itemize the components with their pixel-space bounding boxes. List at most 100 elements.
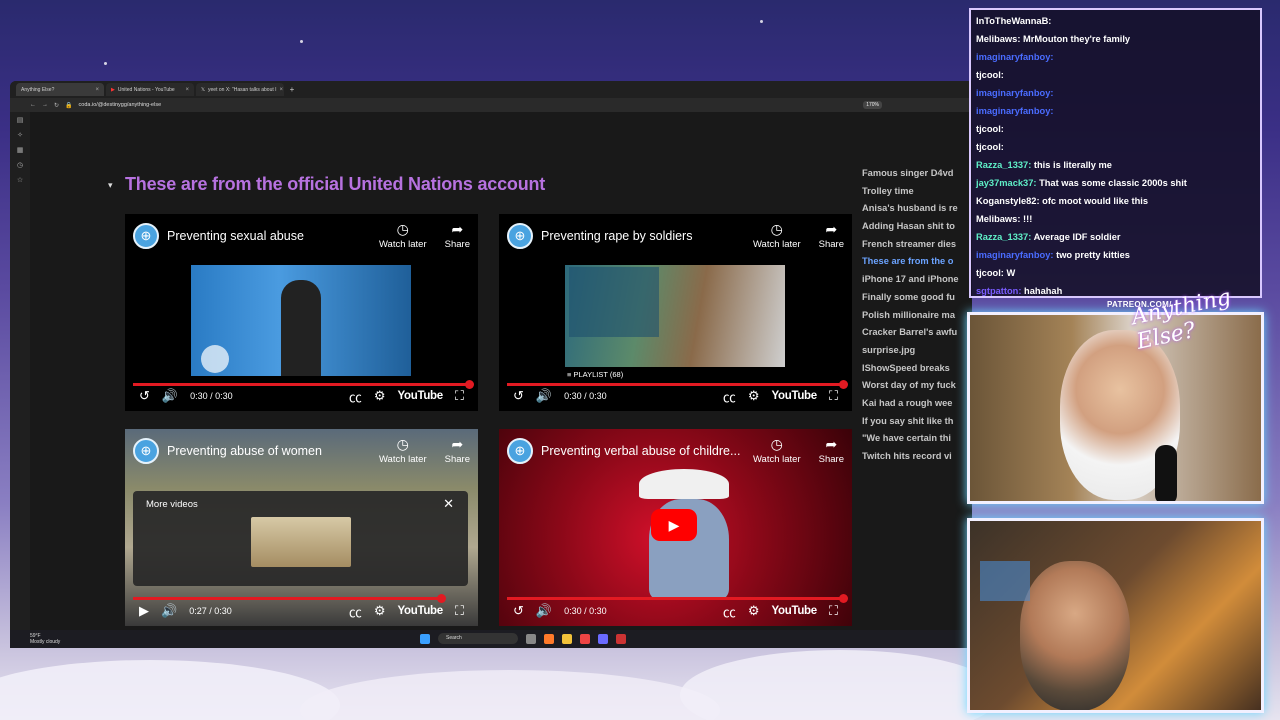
suggested-video-thumbnail[interactable] (251, 517, 351, 567)
settings-icon[interactable]: ⚙ (748, 603, 760, 619)
chat-username[interactable]: tjcool: (976, 268, 1004, 278)
app-icon[interactable] (616, 633, 626, 644)
chat-username[interactable]: tjcool: (976, 124, 1004, 134)
captions-icon[interactable]: ㏄ (349, 387, 362, 406)
chat-username[interactable]: Razza_1337: (976, 160, 1031, 170)
chat-username[interactable]: Razza_1337: (976, 232, 1031, 242)
chat-username[interactable]: Melibaws: (976, 214, 1020, 224)
replay-icon[interactable]: ↺ (513, 603, 524, 619)
chat-username[interactable]: Melibaws: (976, 34, 1020, 44)
outline-item[interactable]: iPhone 17 and iPhone (862, 271, 972, 289)
video-title[interactable]: Preventing abuse of women (167, 444, 322, 458)
history-icon[interactable]: ◷ (17, 161, 23, 169)
chat-username[interactable]: jay37mack37: (976, 178, 1036, 188)
captions-icon[interactable]: ㏄ (723, 602, 736, 621)
play-icon[interactable]: ▶ (139, 603, 149, 619)
video-embed-1[interactable]: ⊕ Preventing sexual abuse ◷ Watch later ➦… (125, 214, 478, 411)
fullscreen-icon[interactable]: ⛶ (829, 388, 838, 404)
favorites-icon[interactable]: ☆ (17, 176, 23, 184)
outline-item[interactable]: Twitch hits record vi (862, 448, 972, 466)
extensions-icon[interactable]: ✧ (17, 131, 23, 139)
back-icon[interactable]: ← (30, 102, 36, 108)
reading-list-icon[interactable]: ▦ (17, 146, 24, 154)
watch-later-button[interactable]: ◷ Watch later (753, 222, 801, 250)
outline-item-active[interactable]: These are from the o (862, 253, 972, 271)
watch-later-button[interactable]: ◷ Watch later (379, 437, 427, 465)
close-icon[interactable]: × (280, 87, 284, 93)
volume-icon[interactable]: 🔊 (536, 603, 552, 619)
sidebar-icon[interactable]: ▤ (17, 116, 24, 124)
tab-anything-else[interactable]: Anything Else? × (16, 83, 104, 96)
chat-username[interactable]: tjcool: (976, 142, 1004, 152)
chat-username[interactable]: imaginaryfanboy: (976, 88, 1054, 98)
outline-item[interactable]: Anisa's husband is re (862, 200, 972, 218)
playlist-indicator[interactable]: ≡ PLAYLIST (68) (567, 370, 623, 379)
watch-later-button[interactable]: ◷ Watch later (753, 437, 801, 465)
fullscreen-icon[interactable]: ⛶ (455, 388, 464, 404)
outline-item[interactable]: Cracker Barrel's awfu (862, 324, 972, 342)
discord-icon[interactable] (598, 633, 608, 644)
outline-item[interactable]: If you say shit like th (862, 413, 972, 431)
share-button[interactable]: ➦ Share (819, 437, 844, 465)
video-embed-2[interactable]: ⊕ Preventing rape by soldiers ◷ Watch lat… (499, 214, 852, 411)
chat-username[interactable]: InToTheWannaB: (976, 16, 1051, 26)
weather-widget[interactable]: 59°F Mostly cloudy (30, 633, 60, 645)
youtube-logo[interactable]: YouTube (398, 605, 444, 617)
taskbar-search[interactable]: Search (438, 633, 518, 644)
youtube-logo[interactable]: YouTube (772, 390, 818, 402)
video-title[interactable]: Preventing sexual abuse (167, 229, 304, 243)
outline-item[interactable]: "We have certain thi (862, 430, 972, 448)
windows-start-icon[interactable] (420, 633, 430, 644)
un-logo-icon[interactable]: ⊕ (507, 438, 533, 464)
captions-icon[interactable]: ㏄ (349, 602, 362, 621)
chat-username[interactable]: imaginaryfanboy: (976, 250, 1054, 260)
replay-icon[interactable]: ↺ (139, 388, 150, 404)
outline-item[interactable]: Finally some good fu (862, 289, 972, 307)
video-embed-4[interactable]: ⊕ Preventing verbal abuse of childre... … (499, 429, 852, 626)
youtube-logo[interactable]: YouTube (772, 605, 818, 617)
close-icon[interactable]: ✕ (443, 496, 454, 512)
settings-icon[interactable]: ⚙ (374, 388, 386, 404)
browser-icon[interactable] (544, 633, 554, 644)
volume-icon[interactable]: 🔊 (536, 388, 552, 404)
outline-item[interactable]: Polish millionaire ma (862, 307, 972, 325)
reload-icon[interactable]: ↻ (54, 102, 59, 109)
task-view-icon[interactable] (526, 633, 536, 644)
chat-username[interactable]: imaginaryfanboy: (976, 106, 1054, 116)
new-tab-button[interactable]: + (286, 85, 298, 94)
video-thumbnail[interactable] (191, 265, 411, 376)
play-button[interactable]: ▶ (651, 509, 697, 541)
close-icon[interactable]: × (185, 87, 189, 93)
chrome-icon[interactable] (580, 633, 590, 644)
volume-icon[interactable]: 🔊 (161, 603, 177, 619)
settings-icon[interactable]: ⚙ (748, 388, 760, 404)
outline-item[interactable]: Kai had a rough wee (862, 395, 972, 413)
watch-later-button[interactable]: ◷ Watch later (379, 222, 427, 250)
zoom-badge[interactable]: 170% (863, 101, 882, 109)
un-logo-icon[interactable]: ⊕ (133, 438, 159, 464)
fullscreen-icon[interactable]: ⛶ (829, 603, 838, 619)
settings-icon[interactable]: ⚙ (374, 603, 386, 619)
video-title[interactable]: Preventing rape by soldiers (541, 229, 692, 243)
video-thumbnail[interactable] (565, 265, 785, 367)
youtube-logo[interactable]: YouTube (398, 390, 444, 402)
toggle-icon[interactable]: ▾ (108, 180, 113, 191)
replay-icon[interactable]: ↺ (513, 388, 524, 404)
file-explorer-icon[interactable] (562, 633, 572, 644)
forward-icon[interactable]: → (42, 102, 48, 108)
outline-item[interactable]: Trolley time (862, 183, 972, 201)
outline-item[interactable]: IShowSpeed breaks (862, 360, 972, 378)
outline-item[interactable]: Adding Hasan shit to (862, 218, 972, 236)
close-icon[interactable]: × (95, 87, 99, 93)
share-button[interactable]: ➦ Share (445, 222, 470, 250)
video-title[interactable]: Preventing verbal abuse of childre... (541, 444, 740, 458)
outline-item[interactable]: French streamer dies (862, 236, 972, 254)
chat-username[interactable]: sgtpatton: (976, 286, 1021, 296)
fullscreen-icon[interactable]: ⛶ (455, 603, 464, 619)
tab-yeet-x[interactable]: 𝕏 yeet on X: "Hasan talks about I × (196, 83, 284, 96)
un-logo-icon[interactable]: ⊕ (507, 223, 533, 249)
outline-item[interactable]: Worst day of my fuck (862, 377, 972, 395)
share-button[interactable]: ➦ Share (819, 222, 844, 250)
volume-icon[interactable]: 🔊 (162, 388, 178, 404)
outline-item[interactable]: surprise.jpg (862, 342, 972, 360)
